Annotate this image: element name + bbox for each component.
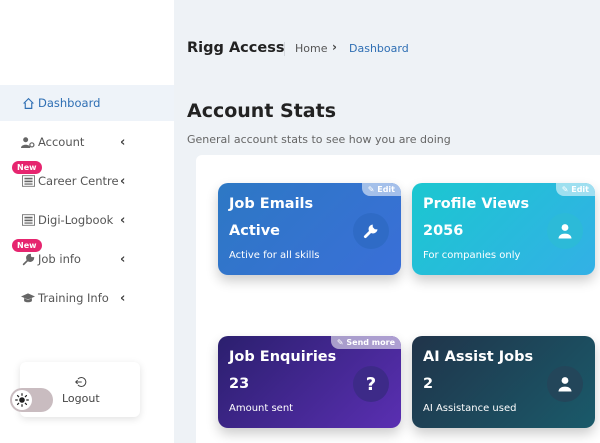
profile-views-card[interactable]: ✎ Edit Profile Views 2056 For companies …	[412, 183, 595, 275]
page-title: Account Stats	[187, 100, 337, 122]
breadcrumb-current: Dashboard	[349, 42, 409, 55]
edit-button[interactable]: ✎ Edit	[555, 183, 595, 196]
header-divider	[284, 42, 285, 56]
ai-assist-jobs-card[interactable]: AI Assist Jobs 2 AI Assistance used	[412, 336, 595, 428]
job-emails-card[interactable]: ✎ Edit Job Emails Active Active for all …	[218, 183, 401, 275]
question-icon: ?	[353, 366, 389, 402]
edit-label: Edit	[571, 185, 589, 194]
logout-icon	[75, 376, 87, 391]
card-note: AI Assistance used	[423, 403, 517, 414]
card-title: AI Assist Jobs	[423, 349, 534, 365]
list-icon	[21, 174, 35, 188]
card-value: 2	[423, 376, 434, 392]
send-more-button[interactable]: ✎ Send more	[330, 336, 401, 349]
chevron-left-icon: ‹	[120, 134, 126, 150]
card-value: 23	[229, 376, 250, 392]
card-title: Profile Views	[423, 196, 530, 212]
edit-label: Edit	[377, 185, 395, 194]
sidebar-item-label: Training Info	[38, 291, 109, 305]
sidebar-item-account[interactable]: Account ‹	[0, 124, 174, 160]
sidebar-item-training-info[interactable]: Training Info ‹	[0, 280, 174, 316]
chevron-left-icon: ‹	[120, 212, 126, 228]
sidebar-item-label: Account	[38, 135, 85, 149]
sidebar-item-label: Career Centre	[38, 174, 119, 188]
chevron-left-icon: ‹	[120, 251, 126, 267]
breadcrumb-home-link[interactable]: Home	[295, 42, 327, 55]
card-title: Job Enquiries	[229, 349, 337, 365]
new-badge: New	[12, 161, 42, 174]
user-gear-icon	[21, 135, 35, 149]
chevron-left-icon: ‹	[120, 290, 126, 306]
list-icon	[21, 213, 35, 227]
logout-label: Logout	[62, 392, 100, 405]
sidebar-item-label: Dashboard	[38, 96, 101, 110]
wrench-icon	[353, 213, 389, 249]
sidebar-item-digi-logbook[interactable]: Digi-Logbook ‹	[0, 202, 174, 238]
card-note: For companies only	[423, 250, 521, 261]
edit-button[interactable]: ✎ Edit	[361, 183, 401, 196]
sun-icon	[12, 390, 32, 410]
theme-toggle[interactable]	[10, 388, 53, 412]
home-icon	[21, 96, 35, 110]
job-enquiries-card[interactable]: ✎ Send more Job Enquiries 23 Amount sent…	[218, 336, 401, 428]
page-subtitle: General account stats to see how you are…	[187, 133, 451, 146]
topbar	[174, 0, 600, 72]
user-icon	[547, 213, 583, 249]
card-note: Active for all skills	[229, 250, 320, 261]
breadcrumb-separator: ›	[332, 40, 337, 54]
sidebar-item-dashboard[interactable]: Dashboard	[0, 85, 174, 121]
wrench-icon	[21, 252, 35, 266]
sidebar-item-label: Digi-Logbook	[38, 213, 114, 227]
card-value: Active	[229, 223, 281, 239]
card-title: Job Emails	[229, 196, 314, 212]
app-brand: Rigg Access	[187, 40, 285, 56]
send-more-label: Send more	[346, 338, 395, 347]
card-note: Amount sent	[229, 403, 294, 414]
graduation-cap-icon	[21, 291, 35, 305]
card-value: 2056	[423, 223, 464, 239]
user-icon	[547, 366, 583, 402]
new-badge: New	[12, 239, 42, 252]
sidebar-item-label: Job info	[38, 252, 81, 266]
chevron-left-icon: ‹	[120, 173, 126, 189]
